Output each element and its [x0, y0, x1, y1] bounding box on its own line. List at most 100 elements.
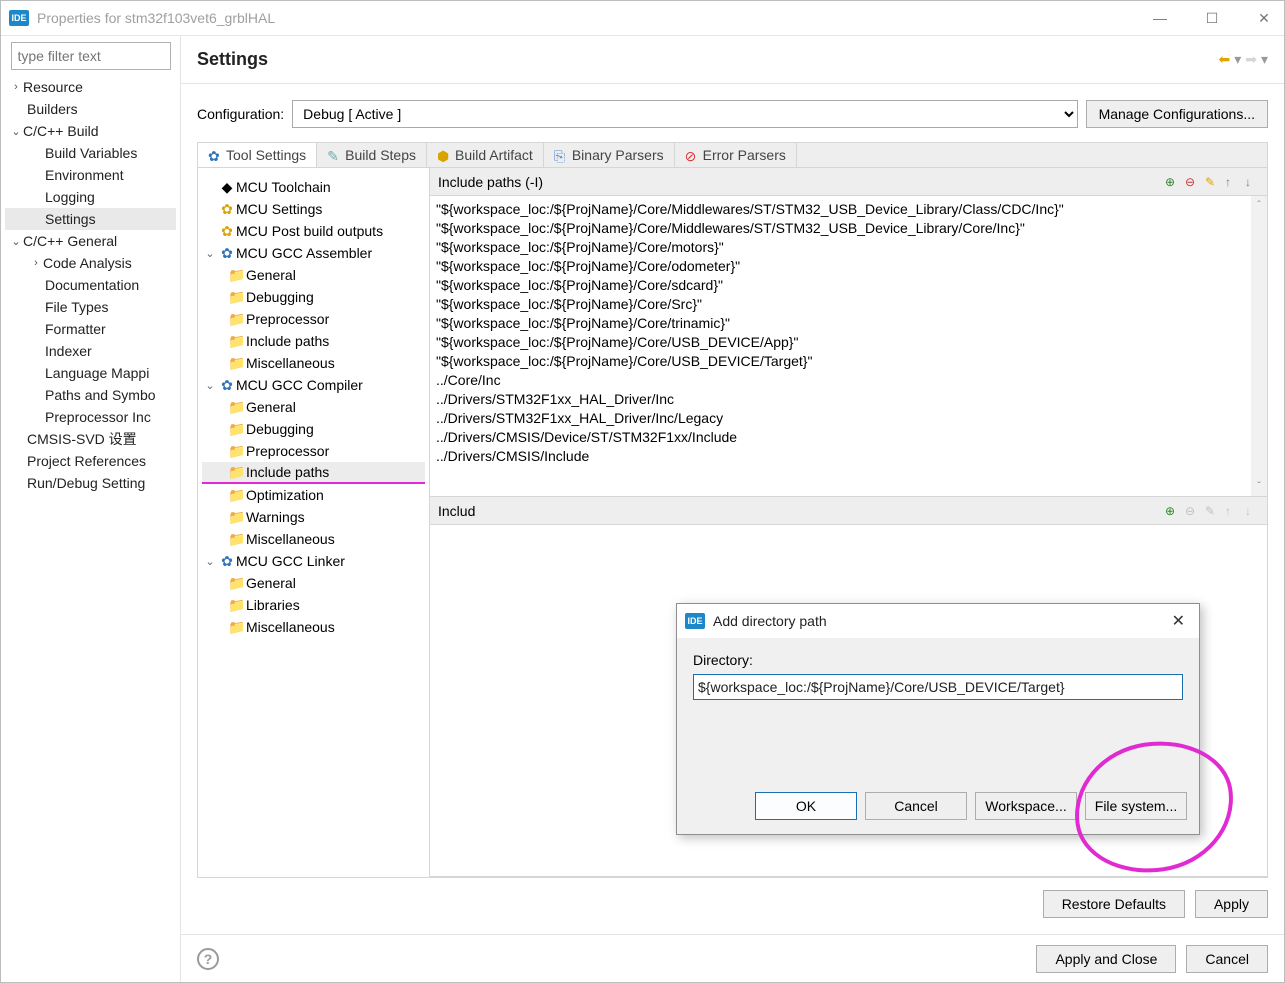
tt-settings[interactable]: ✿MCU Settings [202, 198, 425, 220]
list-item[interactable]: "${workspace_loc:/${ProjName}/Core/trina… [436, 314, 1261, 333]
tab-error-parsers[interactable]: ⊘Error Parsers [675, 143, 797, 167]
filesystem-button[interactable]: File system... [1085, 792, 1187, 820]
move-down-icon[interactable]: ↓ [1245, 504, 1259, 518]
add-icon[interactable]: ⊕ [1165, 504, 1179, 518]
scrollbar[interactable]: ˆˇ [1251, 196, 1267, 496]
tt-asm[interactable]: ⌄✿MCU GCC Assembler [202, 242, 425, 264]
filter-input[interactable] [11, 42, 171, 70]
tt-asm-preproc[interactable]: 📁Preprocessor [202, 308, 425, 330]
nav-cmsis[interactable]: CMSIS-SVD 设置 [5, 428, 176, 450]
list-item[interactable]: ../Drivers/STM32F1xx_HAL_Driver/Inc [436, 390, 1261, 409]
nav-indexer[interactable]: Indexer [5, 340, 176, 362]
list-item[interactable]: ../Drivers/CMSIS/Include [436, 447, 1261, 466]
tt-l-misc[interactable]: 📁Miscellaneous [202, 616, 425, 638]
cancel-button[interactable]: Cancel [1186, 945, 1268, 973]
nav-build-vars[interactable]: Build Variables [5, 142, 176, 164]
tt-post[interactable]: ✿MCU Post build outputs [202, 220, 425, 242]
label: Builders [27, 101, 78, 117]
scroll-down-icon[interactable]: ˇ [1257, 477, 1260, 496]
nav-general[interactable]: ⌄C/C++ General [5, 230, 176, 252]
nav-formatter[interactable]: Formatter [5, 318, 176, 340]
config-select[interactable]: Debug [ Active ] [292, 100, 1077, 128]
nav-file-types[interactable]: File Types [5, 296, 176, 318]
tt-l-general[interactable]: 📁General [202, 572, 425, 594]
wrench-icon: ✿ [208, 148, 222, 162]
nav-resource[interactable]: ›Resource [5, 76, 176, 98]
tt-c-misc[interactable]: 📁Miscellaneous [202, 528, 425, 550]
tt-toolchain[interactable]: ◆MCU Toolchain [202, 176, 425, 198]
directory-input[interactable] [693, 674, 1183, 700]
tt-c-debug[interactable]: 📁Debugging [202, 418, 425, 440]
list-item[interactable]: "${workspace_loc:/${ProjName}/Core/USB_D… [436, 352, 1261, 371]
nav-paths-symbols[interactable]: Paths and Symbo [5, 384, 176, 406]
delete-icon[interactable]: ⊖ [1185, 504, 1199, 518]
move-down-icon[interactable]: ↓ [1245, 175, 1259, 189]
close-icon[interactable]: ✕ [1252, 6, 1276, 30]
nav-settings[interactable]: Settings [5, 208, 176, 230]
delete-icon[interactable]: ⊖ [1185, 175, 1199, 189]
move-up-icon[interactable]: ↑ [1225, 504, 1239, 518]
nav-builders[interactable]: Builders [5, 98, 176, 120]
nav-documentation[interactable]: Documentation [5, 274, 176, 296]
edit-icon[interactable]: ✎ [1205, 175, 1219, 189]
tt-asm-include[interactable]: 📁Include paths [202, 330, 425, 352]
scroll-up-icon[interactable]: ˆ [1257, 196, 1260, 215]
tt-asm-debug[interactable]: 📁Debugging [202, 286, 425, 308]
list-item[interactable]: ../Drivers/STM32F1xx_HAL_Driver/Inc/Lega… [436, 409, 1261, 428]
folder-icon: 📁 [228, 421, 246, 438]
tt-c-opt[interactable]: 📁Optimization [202, 484, 425, 506]
tab-build-steps[interactable]: ✎Build Steps [317, 143, 427, 167]
apply-close-button[interactable]: Apply and Close [1036, 945, 1176, 973]
apply-button[interactable]: Apply [1195, 890, 1268, 918]
nav-build[interactable]: ⌄C/C++ Build [5, 120, 176, 142]
nav-code-analysis[interactable]: ›Code Analysis [5, 252, 176, 274]
back-menu-icon[interactable]: ▾ [1234, 51, 1241, 68]
forward-menu-icon[interactable]: ▾ [1261, 51, 1268, 68]
nav-preproc-inc[interactable]: Preprocessor Inc [5, 406, 176, 428]
tt-linker[interactable]: ⌄✿MCU GCC Linker [202, 550, 425, 572]
manage-config-button[interactable]: Manage Configurations... [1086, 100, 1268, 128]
label: Resource [23, 79, 83, 95]
tt-c-preproc[interactable]: 📁Preprocessor [202, 440, 425, 462]
tt-asm-misc[interactable]: 📁Miscellaneous [202, 352, 425, 374]
nav-proj-refs[interactable]: Project References [5, 450, 176, 472]
workspace-button[interactable]: Workspace... [975, 792, 1077, 820]
tab-build-artifact[interactable]: ⬢Build Artifact [427, 143, 544, 167]
nav-environment[interactable]: Environment [5, 164, 176, 186]
tt-compiler[interactable]: ⌄✿MCU GCC Compiler [202, 374, 425, 396]
dialog-close-icon[interactable]: ✕ [1166, 609, 1191, 633]
config-label: Configuration: [197, 106, 284, 122]
restore-defaults-button[interactable]: Restore Defaults [1043, 890, 1185, 918]
label: Include paths [246, 333, 329, 349]
list-item[interactable]: "${workspace_loc:/${ProjName}/Core/USB_D… [436, 333, 1261, 352]
tab-tool-settings[interactable]: ✿Tool Settings [198, 143, 317, 168]
tt-c-include[interactable]: 📁Include paths [202, 462, 425, 484]
list-item[interactable]: "${workspace_loc:/${ProjName}/Core/odome… [436, 257, 1261, 276]
list-item[interactable]: "${workspace_loc:/${ProjName}/Core/motor… [436, 238, 1261, 257]
tt-c-general[interactable]: 📁General [202, 396, 425, 418]
nav-lang-map[interactable]: Language Mappi [5, 362, 176, 384]
bottom-bar: ? Apply and Close Cancel [181, 934, 1284, 982]
tt-c-warn[interactable]: 📁Warnings [202, 506, 425, 528]
tab-binary-parsers[interactable]: ⎘Binary Parsers [544, 143, 675, 167]
minimize-icon[interactable]: — [1148, 6, 1172, 30]
include-paths-list[interactable]: "${workspace_loc:/${ProjName}/Core/Middl… [430, 196, 1267, 496]
tt-asm-general[interactable]: 📁General [202, 264, 425, 286]
list-item[interactable]: "${workspace_loc:/${ProjName}/Core/Middl… [436, 219, 1261, 238]
tt-l-libs[interactable]: 📁Libraries [202, 594, 425, 616]
maximize-icon[interactable]: ☐ [1200, 6, 1224, 30]
list-item[interactable]: "${workspace_loc:/${ProjName}/Core/Middl… [436, 200, 1261, 219]
back-icon[interactable]: ⬅ [1218, 51, 1230, 68]
list-item[interactable]: ../Core/Inc [436, 371, 1261, 390]
cancel-button[interactable]: Cancel [865, 792, 967, 820]
edit-icon[interactable]: ✎ [1205, 504, 1219, 518]
list-item[interactable]: "${workspace_loc:/${ProjName}/Core/Src}" [436, 295, 1261, 314]
nav-logging[interactable]: Logging [5, 186, 176, 208]
add-icon[interactable]: ⊕ [1165, 175, 1179, 189]
list-item[interactable]: ../Drivers/CMSIS/Device/ST/STM32F1xx/Inc… [436, 428, 1261, 447]
list-item[interactable]: "${workspace_loc:/${ProjName}/Core/sdcar… [436, 276, 1261, 295]
help-icon[interactable]: ? [197, 948, 219, 970]
ok-button[interactable]: OK [755, 792, 857, 820]
move-up-icon[interactable]: ↑ [1225, 175, 1239, 189]
nav-run-debug[interactable]: Run/Debug Setting [5, 472, 176, 494]
